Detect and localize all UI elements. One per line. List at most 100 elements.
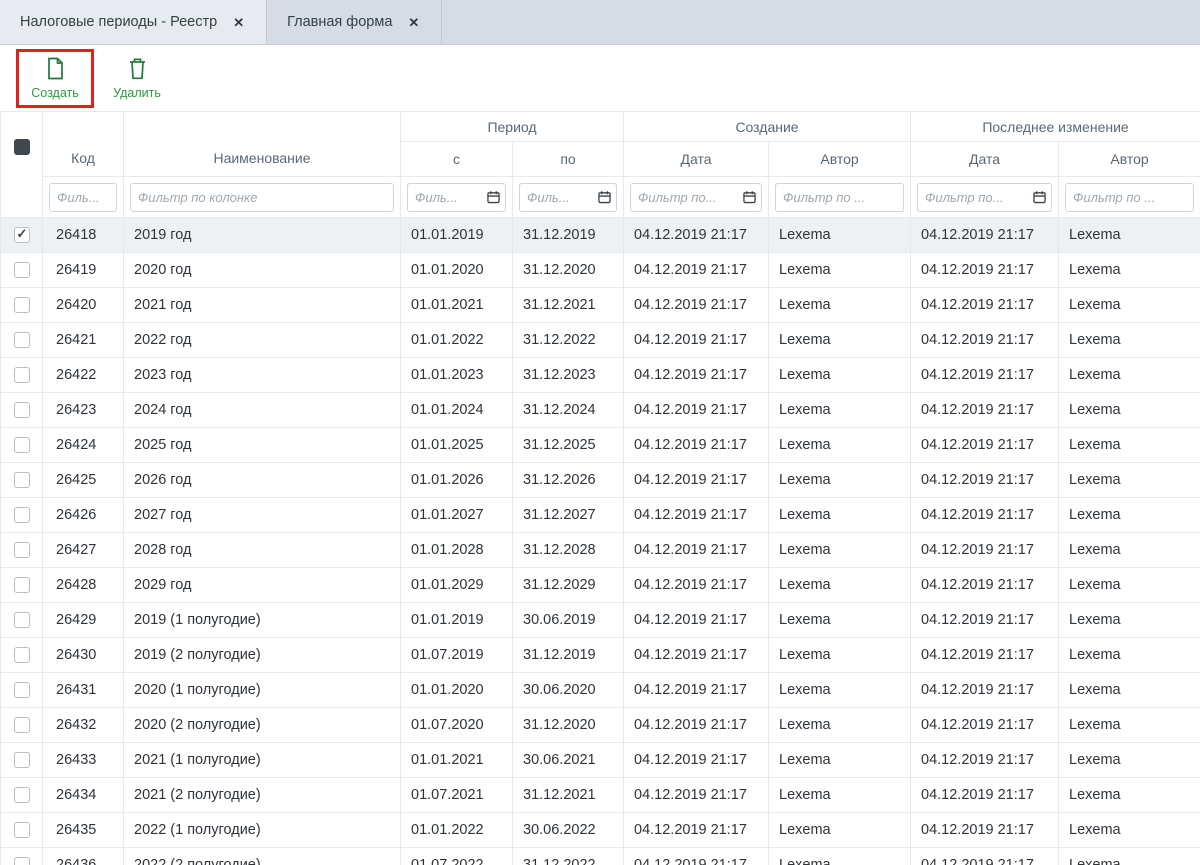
tab-main-form[interactable]: Главная форма ✕ xyxy=(267,0,442,44)
calendar-icon[interactable] xyxy=(487,191,500,204)
row-select-cell xyxy=(1,358,43,393)
table-row[interactable]: 26430 2019 (2 полугодие) 01.07.2019 31.1… xyxy=(1,638,1200,673)
row-checkbox[interactable] xyxy=(14,787,30,803)
cell-modification-date: 04.12.2019 21:17 xyxy=(911,393,1059,428)
cell-creation-author: Lexema xyxy=(769,218,911,253)
table-row[interactable]: 26421 2022 год 01.01.2022 31.12.2022 04.… xyxy=(1,323,1200,358)
row-checkbox[interactable] xyxy=(14,752,30,768)
table-row[interactable]: 26420 2021 год 01.01.2021 31.12.2021 04.… xyxy=(1,288,1200,323)
cell-code: 26431 xyxy=(43,673,124,708)
table-row[interactable]: 26422 2023 год 01.01.2023 31.12.2023 04.… xyxy=(1,358,1200,393)
row-checkbox[interactable] xyxy=(14,612,30,628)
tab-bar: Налоговые периоды - Реестр ✕ Главная фор… xyxy=(0,0,1200,45)
filter-creation-author-input[interactable] xyxy=(775,183,904,212)
row-checkbox[interactable] xyxy=(14,297,30,313)
create-button-label: Создать xyxy=(31,86,79,100)
cell-creation-date: 04.12.2019 21:17 xyxy=(624,393,769,428)
cell-code: 26421 xyxy=(43,323,124,358)
cell-creation-author: Lexema xyxy=(769,253,911,288)
row-select-cell xyxy=(1,323,43,358)
table-row[interactable]: 26427 2028 год 01.01.2028 31.12.2028 04.… xyxy=(1,533,1200,568)
calendar-icon[interactable] xyxy=(598,191,611,204)
cell-period-from: 01.01.2028 xyxy=(401,533,513,568)
filter-code-input[interactable] xyxy=(49,183,117,212)
cell-name: 2021 год xyxy=(124,288,401,323)
row-checkbox[interactable] xyxy=(14,262,30,278)
cell-modification-date: 04.12.2019 21:17 xyxy=(911,218,1059,253)
table-row[interactable]: 26419 2020 год 01.01.2020 31.12.2020 04.… xyxy=(1,253,1200,288)
row-checkbox[interactable] xyxy=(14,227,30,243)
row-checkbox[interactable] xyxy=(14,542,30,558)
cell-creation-author: Lexema xyxy=(769,778,911,813)
cell-period-to: 30.06.2019 xyxy=(513,603,624,638)
cell-modification-date: 04.12.2019 21:17 xyxy=(911,498,1059,533)
table-row[interactable]: 26429 2019 (1 полугодие) 01.01.2019 30.0… xyxy=(1,603,1200,638)
table-row[interactable]: 26435 2022 (1 полугодие) 01.01.2022 30.0… xyxy=(1,813,1200,848)
row-checkbox[interactable] xyxy=(14,857,30,865)
tab-tax-periods-registry[interactable]: Налоговые периоды - Реестр ✕ xyxy=(0,0,267,44)
cell-period-from: 01.01.2023 xyxy=(401,358,513,393)
cell-period-from: 01.07.2019 xyxy=(401,638,513,673)
filter-name-input[interactable] xyxy=(130,183,394,212)
row-checkbox[interactable] xyxy=(14,577,30,593)
filter-modification-date-input[interactable] xyxy=(917,183,1052,212)
cell-code: 26424 xyxy=(43,428,124,463)
create-button[interactable]: Создать xyxy=(22,52,88,105)
cell-period-to: 31.12.2021 xyxy=(513,288,624,323)
table-row[interactable]: 26432 2020 (2 полугодие) 01.07.2020 31.1… xyxy=(1,708,1200,743)
row-select-cell xyxy=(1,218,43,253)
row-checkbox[interactable] xyxy=(14,822,30,838)
cell-creation-author: Lexema xyxy=(769,603,911,638)
cell-modification-author: Lexema xyxy=(1059,323,1200,358)
table-row[interactable]: 26434 2021 (2 полугодие) 01.07.2021 31.1… xyxy=(1,778,1200,813)
row-checkbox[interactable] xyxy=(14,437,30,453)
close-icon[interactable]: ✕ xyxy=(231,14,246,31)
cell-modification-date: 04.12.2019 21:17 xyxy=(911,288,1059,323)
cell-period-to: 31.12.2026 xyxy=(513,463,624,498)
cell-modification-date: 04.12.2019 21:17 xyxy=(911,813,1059,848)
cell-name: 2029 год xyxy=(124,568,401,603)
row-checkbox[interactable] xyxy=(14,402,30,418)
table-row[interactable]: 26428 2029 год 01.01.2029 31.12.2029 04.… xyxy=(1,568,1200,603)
cell-modification-author: Lexema xyxy=(1059,848,1200,865)
cell-code: 26425 xyxy=(43,463,124,498)
close-icon[interactable]: ✕ xyxy=(406,14,421,31)
row-checkbox[interactable] xyxy=(14,472,30,488)
cell-creation-author: Lexema xyxy=(769,848,911,865)
cell-modification-date: 04.12.2019 21:17 xyxy=(911,428,1059,463)
row-checkbox[interactable] xyxy=(14,332,30,348)
cell-creation-author: Lexema xyxy=(769,358,911,393)
cell-modification-date: 04.12.2019 21:17 xyxy=(911,568,1059,603)
calendar-icon[interactable] xyxy=(743,191,756,204)
cell-modification-author: Lexema xyxy=(1059,463,1200,498)
delete-button[interactable]: Удалить xyxy=(104,52,170,105)
cell-name: 2021 (1 полугодие) xyxy=(124,743,401,778)
select-all-checkbox[interactable] xyxy=(14,139,30,155)
row-checkbox[interactable] xyxy=(14,647,30,663)
cell-creation-author: Lexema xyxy=(769,428,911,463)
row-checkbox[interactable] xyxy=(14,717,30,733)
table-row[interactable]: 26431 2020 (1 полугодие) 01.01.2020 30.0… xyxy=(1,673,1200,708)
table-row[interactable]: 26425 2026 год 01.01.2026 31.12.2026 04.… xyxy=(1,463,1200,498)
cell-period-to: 31.12.2028 xyxy=(513,533,624,568)
calendar-icon[interactable] xyxy=(1033,191,1046,204)
row-select-cell xyxy=(1,603,43,638)
table-row[interactable]: 26418 2019 год 01.01.2019 31.12.2019 04.… xyxy=(1,218,1200,253)
cell-code: 26436 xyxy=(43,848,124,865)
cell-code: 26432 xyxy=(43,708,124,743)
filter-modification-author-input[interactable] xyxy=(1065,183,1194,212)
table-row[interactable]: 26426 2027 год 01.01.2027 31.12.2027 04.… xyxy=(1,498,1200,533)
table-row[interactable]: 26424 2025 год 01.01.2025 31.12.2025 04.… xyxy=(1,428,1200,463)
table-row[interactable]: 26433 2021 (1 полугодие) 01.01.2021 30.0… xyxy=(1,743,1200,778)
table-row[interactable]: 26423 2024 год 01.01.2024 31.12.2024 04.… xyxy=(1,393,1200,428)
cell-period-to: 31.12.2027 xyxy=(513,498,624,533)
row-checkbox[interactable] xyxy=(14,367,30,383)
row-select-cell xyxy=(1,428,43,463)
table-row[interactable]: 26436 2022 (2 полугодие) 01.07.2022 31.1… xyxy=(1,848,1200,865)
cell-modification-date: 04.12.2019 21:17 xyxy=(911,463,1059,498)
column-header-modification-author: Автор xyxy=(1059,142,1200,177)
cell-name: 2028 год xyxy=(124,533,401,568)
row-checkbox[interactable] xyxy=(14,507,30,523)
cell-modification-date: 04.12.2019 21:17 xyxy=(911,253,1059,288)
row-checkbox[interactable] xyxy=(14,682,30,698)
